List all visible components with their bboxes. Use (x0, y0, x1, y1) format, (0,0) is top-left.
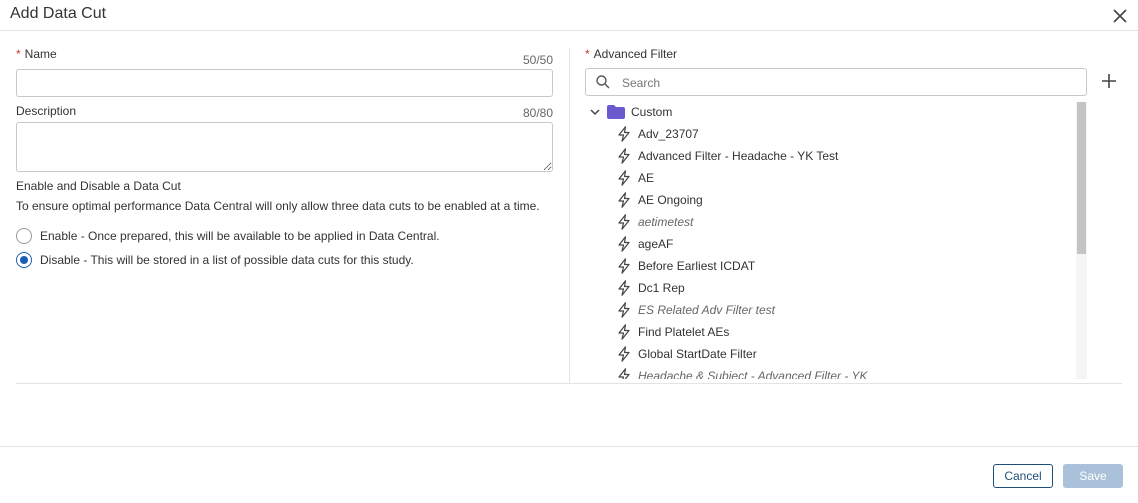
disable-radio-label: Disable - This will be stored in a list … (40, 253, 414, 267)
name-char-counter: 50/50 (522, 53, 553, 67)
tree-item-label: Global StartDate Filter (638, 347, 757, 361)
tree-item-label: ageAF (638, 237, 674, 251)
tree-item[interactable]: Global StartDate Filter (617, 344, 757, 364)
lightning-icon (618, 280, 630, 296)
dialog-title: Add Data Cut (10, 5, 107, 22)
lightning-icon (618, 192, 630, 208)
lightning-icon (618, 236, 630, 252)
lightning-icon (618, 126, 630, 142)
filter-search-box[interactable] (585, 68, 1087, 96)
enable-radio[interactable] (16, 228, 32, 244)
name-label-text: Name (24, 47, 57, 61)
tree-item[interactable]: Before Earliest ICDAT (617, 256, 755, 276)
lightning-icon (618, 302, 630, 318)
tree-item[interactable]: ageAF (617, 234, 673, 254)
advanced-filter-label: * Advanced Filter (585, 47, 677, 61)
enable-section-title: Enable and Disable a Data Cut (16, 179, 181, 193)
lightning-icon (618, 214, 630, 230)
lightning-icon (618, 148, 630, 164)
tree-item[interactable]: Headache & Subject - Advanced Filter - Y… (617, 366, 867, 379)
tree-item-label: AE Ongoing (638, 193, 703, 207)
tree-item[interactable]: Adv_23707 (617, 124, 699, 144)
tree-item[interactable]: Advanced Filter - Headache - YK Test (617, 146, 838, 166)
search-icon (596, 75, 610, 89)
tree-item-label: Headache & Subject - Advanced Filter - Y… (638, 369, 868, 379)
filter-tree: Custom Adv_23707 Advanced Filter - Headac… (585, 102, 1087, 379)
disable-radio-option[interactable]: Disable - This will be stored in a list … (16, 252, 414, 268)
lightning-icon (618, 170, 630, 186)
description-textarea[interactable] (16, 122, 553, 172)
dialog-header: Add Data Cut (0, 0, 1138, 31)
add-filter-button[interactable] (1101, 73, 1117, 89)
lightning-icon (618, 324, 630, 340)
tree-item-label: ES Related Adv Filter test (638, 303, 775, 317)
required-marker: * (585, 47, 590, 61)
save-button[interactable]: Save (1063, 464, 1123, 488)
description-label: Description (16, 104, 77, 118)
tree-item-label: Adv_23707 (638, 127, 699, 141)
tree-item[interactable]: AE Ongoing (617, 190, 703, 210)
tree-item-label: Before Earliest ICDAT (638, 259, 756, 273)
enable-radio-label: Enable - Once prepared, this will be ava… (40, 229, 440, 243)
content-divider (16, 383, 1122, 384)
tree-item[interactable]: Find Platelet AEs (617, 322, 729, 342)
lightning-icon (618, 258, 630, 274)
filter-search-input[interactable] (620, 73, 1064, 93)
tree-item[interactable]: ES Related Adv Filter test (617, 300, 775, 320)
tree-scrollbar-thumb[interactable] (1077, 102, 1086, 254)
tree-folder-label: Custom (631, 105, 673, 119)
tree-item-label: AE (638, 171, 655, 185)
disable-radio[interactable] (16, 252, 32, 268)
lightning-icon (618, 368, 630, 379)
tree-item-label: Dc1 Rep (638, 281, 685, 295)
description-char-counter: 80/80 (522, 106, 553, 120)
plus-icon (1102, 74, 1116, 88)
tree-item[interactable]: AE (617, 168, 654, 188)
vertical-divider (569, 48, 570, 383)
name-label: * Name (16, 47, 57, 61)
folder-icon (607, 105, 625, 119)
required-marker: * (16, 47, 21, 61)
tree-item[interactable]: aetimetest (617, 212, 693, 232)
tree-item-label: Find Platelet AEs (638, 325, 730, 339)
tree-item-label: Advanced Filter - Headache - YK Test (638, 149, 839, 163)
close-icon[interactable] (1112, 8, 1128, 24)
cancel-button[interactable]: Cancel (993, 464, 1053, 488)
chevron-down-icon[interactable] (589, 106, 601, 118)
footer-divider (0, 446, 1138, 447)
tree-folder-custom[interactable]: Custom (585, 102, 672, 122)
enable-radio-option[interactable]: Enable - Once prepared, this will be ava… (16, 228, 440, 244)
lightning-icon (618, 346, 630, 362)
name-input[interactable] (16, 69, 553, 97)
tree-item-label: aetimetest (638, 215, 694, 229)
enable-section-description: To ensure optimal performance Data Centr… (16, 199, 540, 213)
tree-item[interactable]: Dc1 Rep (617, 278, 685, 298)
advanced-filter-label-text: Advanced Filter (593, 47, 678, 61)
